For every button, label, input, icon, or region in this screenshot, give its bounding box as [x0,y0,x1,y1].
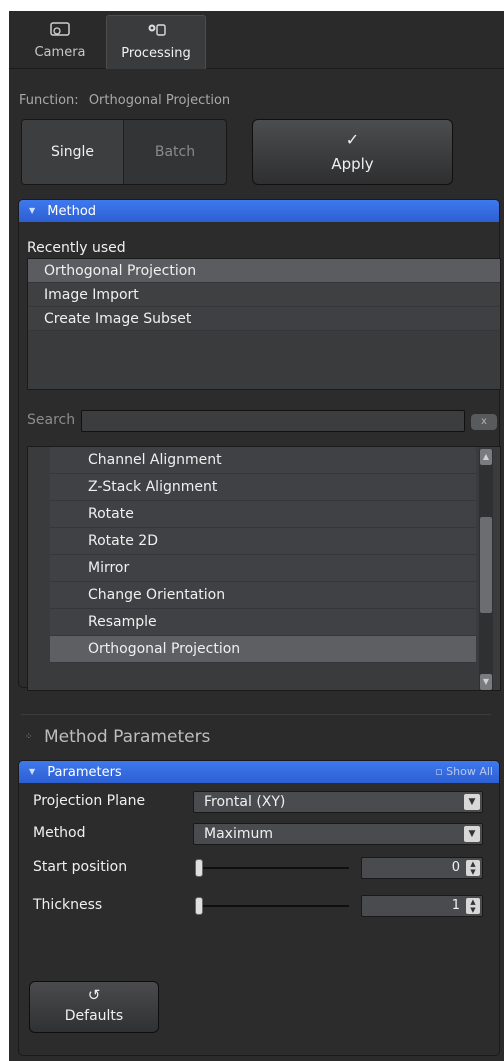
thickness-slider-track[interactable] [203,905,349,907]
list-item-selected[interactable]: Orthogonal Projection [50,636,476,663]
projection-plane-select[interactable]: Frontal (XY) ▼ [193,791,483,813]
defaults-button[interactable]: ↺ Defaults [29,981,159,1033]
search-input[interactable] [81,410,465,432]
apply-label: Apply [331,155,374,173]
thickness-value: 1 [451,898,460,913]
tab-camera-label: Camera [34,45,86,60]
method-row: Method Maximum ▼ [27,823,483,845]
thickness-row: Thickness 1 ▲ ▼ [27,895,483,917]
recent-item[interactable]: Orthogonal Projection [28,259,500,283]
parameters-header[interactable]: ▼ Parameters ▫ Show All [19,761,499,783]
method-header-label: Method [47,204,97,219]
thickness-label: Thickness [33,897,103,913]
parameters-header-label: Parameters [47,765,122,780]
start-position-slider-handle[interactable] [195,859,203,877]
recent-item[interactable]: Image Import [28,283,500,307]
list-item[interactable]: Change Orientation [50,582,476,609]
scroll-up-arrow-icon[interactable]: ▲ [480,449,492,465]
batch-mode-button[interactable]: Batch [124,120,226,184]
collapse-triangle-icon: ▼ [29,767,36,776]
mode-toggle: Single Batch [21,119,227,185]
defaults-label: Defaults [64,1008,124,1024]
grip-dots-icon: ⁘ [25,732,33,742]
scroll-down-arrow-icon[interactable]: ▼ [480,674,492,690]
method-header[interactable]: ▼ Method [19,200,499,222]
thickness-slider-handle[interactable] [195,897,203,915]
list-item[interactable]: Channel Alignment [50,447,476,474]
thickness-spinbox[interactable]: 1 ▲ ▼ [361,895,483,917]
show-all-toggle[interactable]: ▫ Show All [435,761,493,783]
function-indicator: Function: Orthogonal Projection [19,93,236,108]
search-label: Search [27,412,76,428]
method-select[interactable]: Maximum ▼ [193,823,483,845]
recently-used-label: Recently used [27,240,126,256]
chevron-down-icon: ▼ [464,794,480,810]
scrollbar-thumb[interactable] [480,517,492,613]
reset-icon: ↺ [87,986,101,1004]
recent-item[interactable]: Create Image Subset [28,307,500,331]
collapse-triangle-icon: ▼ [29,206,36,215]
camera-icon [49,21,71,41]
function-value: Orthogonal Projection [88,93,231,108]
spin-arrows-icon[interactable]: ▲ ▼ [466,898,480,914]
list-item[interactable]: Mirror [50,555,476,582]
list-item[interactable]: Rotate 2D [50,528,476,555]
tab-camera[interactable]: Camera [17,15,103,69]
single-mode-button[interactable]: Single [22,120,124,184]
method-value: Maximum [204,826,273,842]
function-label: Function: [19,93,79,108]
chevron-down-icon: ▼ [464,826,480,842]
spin-arrows-icon[interactable]: ▲ ▼ [466,860,480,876]
processing-panel: Camera Processing Function: Orthogonal P… [9,11,504,1061]
method-parameters-title: ⁘ Method Parameters [25,727,210,747]
divider [21,714,491,715]
method-group: ▼ Method Recently used Orthogonal Projec… [18,199,501,691]
projection-plane-value: Frontal (XY) [204,794,286,810]
start-position-label: Start position [33,859,128,875]
method-parameters-label: Method Parameters [43,727,211,747]
projection-plane-label: Projection Plane [33,793,146,809]
show-all-label: Show All [446,765,493,778]
start-position-value: 0 [451,860,460,875]
start-position-spinbox[interactable]: 0 ▲ ▼ [361,857,483,879]
gear-icon [145,22,167,42]
tab-processing[interactable]: Processing [106,15,206,69]
projection-plane-row: Projection Plane Frontal (XY) ▼ [27,791,483,813]
search-row: Search x [19,408,499,434]
list-item[interactable]: Rotate [50,501,476,528]
tab-processing-label: Processing [121,46,191,61]
function-list: Channel Alignment Z-Stack Alignment Rota… [27,446,501,691]
recently-used-list: Orthogonal Projection Image Import Creat… [27,258,501,390]
method-label: Method [33,825,86,841]
search-clear-button[interactable]: x [471,414,497,430]
apply-button[interactable]: ✓ Apply [252,119,453,185]
list-item[interactable]: Z-Stack Alignment [50,474,476,501]
checkmark-icon: ✓ [345,130,360,149]
tab-bar: Camera Processing [9,11,504,69]
start-position-row: Start position 0 ▲ ▼ [27,857,483,879]
list-item[interactable]: Resample [50,609,476,636]
start-position-slider-track[interactable] [203,867,349,869]
scrollbar[interactable]: ▲ ▼ [479,449,493,690]
